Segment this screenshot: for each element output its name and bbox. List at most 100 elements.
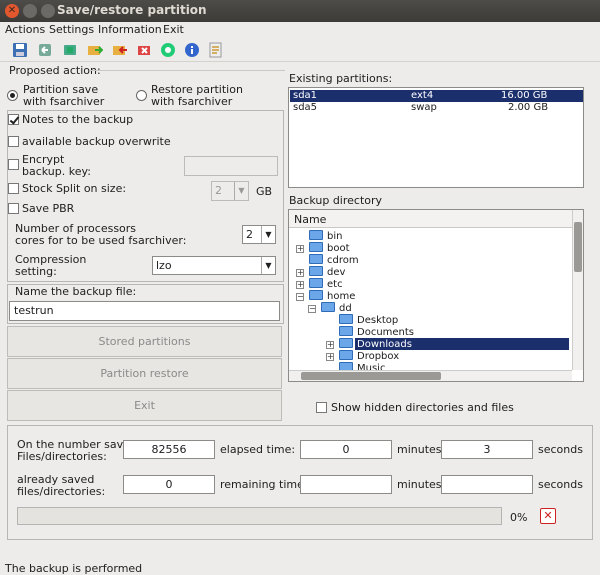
compression-value: lzo <box>156 259 172 272</box>
close-icon[interactable]: ✕ <box>5 4 19 18</box>
tree-item-label: Downloads <box>357 339 412 350</box>
partition-row[interactable]: sda1 ext4 16.00 GB <box>290 90 583 102</box>
split-label: Stock Split on size: <box>22 182 127 195</box>
folder-icon <box>309 290 323 300</box>
split-checkbox[interactable] <box>8 183 19 194</box>
maximize-icon[interactable] <box>41 4 55 18</box>
partition-restore-button[interactable]: Partition restore <box>7 358 282 389</box>
vertical-scrollbar[interactable] <box>572 210 583 370</box>
exit-button[interactable]: Exit <box>7 390 282 421</box>
status-text: The backup is performed <box>5 562 143 575</box>
split-size-combo[interactable]: 2 ▼ <box>211 181 249 201</box>
overwrite-checkbox[interactable] <box>8 136 19 147</box>
partition-size: 2.00 GB <box>508 102 549 113</box>
backup-file-value: testrun <box>14 304 54 317</box>
menu-actions[interactable]: Actions <box>5 23 45 36</box>
save-icon[interactable] <box>12 42 28 58</box>
expand-icon[interactable]: + <box>296 245 304 253</box>
expand-icon[interactable]: + <box>296 269 304 277</box>
partition-list[interactable]: sda1 ext4 16.00 GB sda5 swap 2.00 GB <box>288 87 584 188</box>
saved-count-field[interactable]: 82556 <box>123 440 215 459</box>
tree-item-label: Desktop <box>357 315 399 326</box>
show-hidden-checkbox[interactable] <box>316 402 327 413</box>
expand-icon[interactable]: + <box>326 341 334 349</box>
encryption-key-field[interactable] <box>184 156 278 176</box>
saved-label-line2: Files/directories: <box>17 450 107 463</box>
remaining-seconds-field[interactable] <box>441 475 533 494</box>
already-count-field[interactable]: 0 <box>123 475 215 494</box>
backup-file-label: Name the backup file: <box>15 285 137 298</box>
elapsed-seconds-field[interactable]: 3 <box>441 440 533 459</box>
toolbar <box>0 38 600 62</box>
expand-icon[interactable]: + <box>296 281 304 289</box>
menu-settings[interactable]: Settings <box>49 23 94 36</box>
already-count-value: 0 <box>165 478 173 491</box>
tree-item[interactable]: Downloads <box>339 338 412 350</box>
tree-item[interactable]: bin <box>309 230 342 242</box>
compression-combo[interactable]: lzo ▼ <box>152 256 276 275</box>
collapse-icon[interactable]: − <box>308 305 316 313</box>
processors-combo[interactable]: 2 ▼ <box>242 225 276 244</box>
tree-item[interactable]: dd <box>321 302 352 314</box>
tree-item[interactable]: cdrom <box>309 254 359 266</box>
tree-item[interactable]: Dropbox <box>339 350 399 362</box>
remaining-minutes-field[interactable] <box>300 475 392 494</box>
seconds-label: seconds <box>538 443 583 456</box>
info-icon[interactable] <box>184 42 200 58</box>
encrypt-checkbox[interactable] <box>8 159 19 170</box>
tree-item[interactable]: etc <box>309 278 343 290</box>
radio-partition-save[interactable] <box>7 90 18 101</box>
folder-icon <box>309 254 323 264</box>
tree-item-label: cdrom <box>327 255 359 266</box>
radio-restore-partition[interactable] <box>136 90 147 101</box>
tree-item[interactable]: home <box>309 290 355 302</box>
scrollbar-thumb[interactable] <box>301 372 441 380</box>
directory-tree[interactable]: Name bin + boot cdrom + dev + etc − home… <box>288 209 584 382</box>
tree-item[interactable]: Desktop <box>339 314 398 326</box>
remaining-label: remaining time: <box>220 478 308 491</box>
elapsed-minutes-field[interactable]: 0 <box>300 440 392 459</box>
split-unit-label: GB <box>256 185 273 198</box>
delete-folder-icon[interactable] <box>137 42 153 58</box>
folder-back-icon[interactable] <box>112 42 128 58</box>
folder-icon <box>309 230 323 240</box>
tree-item[interactable]: Documents <box>339 326 414 338</box>
restore-icon[interactable] <box>37 42 53 58</box>
stored-partitions-button[interactable]: Stored partitions <box>7 326 282 357</box>
menu-exit[interactable]: Exit <box>163 23 184 36</box>
folder-icon <box>321 302 335 312</box>
notes-checkbox[interactable] <box>8 114 19 125</box>
split-size-value: 2 <box>215 184 222 197</box>
folder-icon <box>339 326 353 336</box>
tree-item-label: home <box>327 291 356 302</box>
backup-file-input[interactable]: testrun <box>9 301 280 321</box>
elapsed-minutes-value: 0 <box>342 443 350 456</box>
horizontal-scrollbar[interactable] <box>289 370 572 381</box>
already-label-line2: files/directories: <box>17 485 106 498</box>
help-icon[interactable] <box>208 42 224 58</box>
collapse-icon[interactable]: − <box>296 293 304 301</box>
notes-label: Notes to the backup <box>22 113 134 126</box>
menu-information[interactable]: Information <box>98 23 162 36</box>
folder-forward-icon[interactable] <box>87 42 103 58</box>
pbr-label: Save PBR <box>22 202 75 215</box>
partition-row[interactable]: sda5 swap 2.00 GB <box>290 102 583 114</box>
refresh-icon[interactable] <box>160 42 176 58</box>
tree-item[interactable]: boot <box>309 242 350 254</box>
scrollbar-thumb[interactable] <box>574 222 582 272</box>
minutes-label: minutes <box>397 443 442 456</box>
cancel-icon[interactable]: ✕ <box>540 508 556 524</box>
expand-icon[interactable]: + <box>326 353 334 361</box>
progress-bar <box>17 507 502 525</box>
chevron-down-icon: ▼ <box>234 182 248 200</box>
tree-item[interactable]: dev <box>309 266 345 278</box>
partition-fs: ext4 <box>411 90 434 101</box>
encrypt-label-line2: backup. key: <box>22 165 91 178</box>
tree-item-label: boot <box>327 243 350 254</box>
show-hidden-label: Show hidden directories and files <box>331 401 514 414</box>
partition-icon[interactable] <box>62 42 78 58</box>
minimize-icon[interactable] <box>23 4 37 18</box>
partition-name: sda5 <box>293 102 318 113</box>
pbr-checkbox[interactable] <box>8 203 19 214</box>
tree-header[interactable]: Name <box>289 210 572 228</box>
